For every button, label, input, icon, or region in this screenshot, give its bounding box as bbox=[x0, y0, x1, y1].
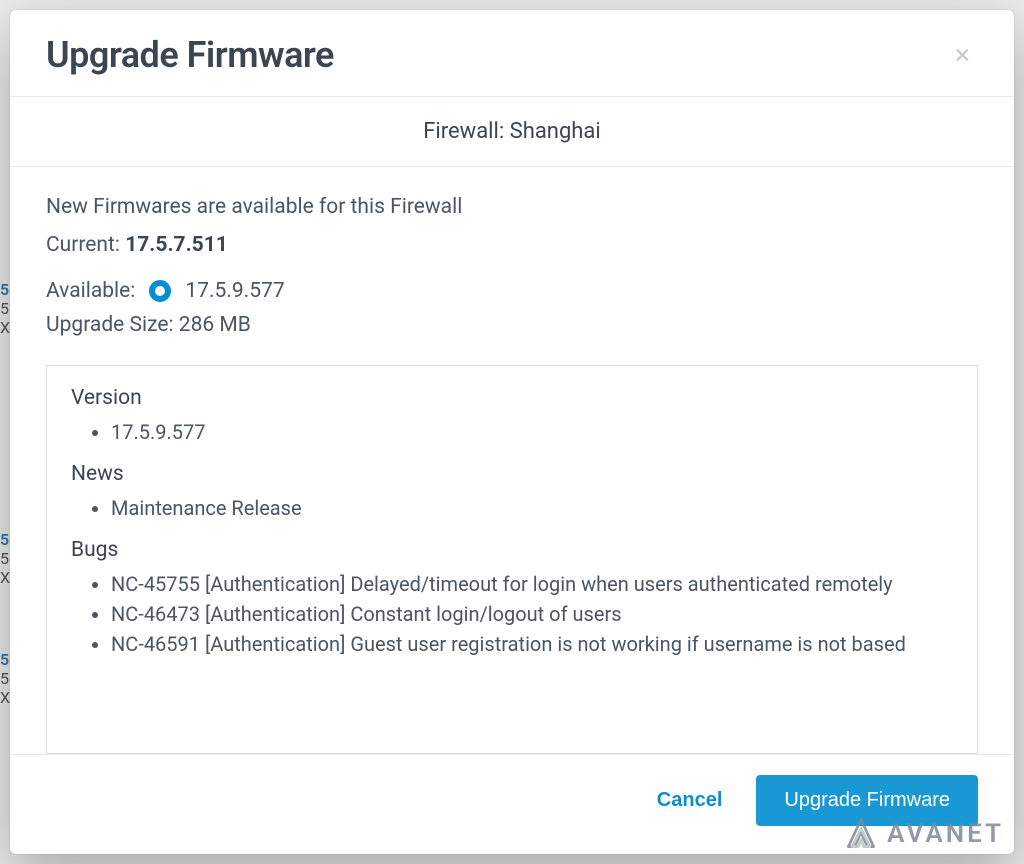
notes-version-list: 17.5.9.577 bbox=[71, 420, 953, 444]
notes-bugs-heading: Bugs bbox=[71, 538, 953, 562]
current-version-value: 17.5.7.511 bbox=[125, 233, 228, 257]
modal-header: Upgrade Firmware × bbox=[10, 10, 1014, 97]
release-notes-box[interactable]: Version 17.5.9.577 News Maintenance Rele… bbox=[46, 365, 978, 754]
upgrade-size-line: Upgrade Size: 286 MB bbox=[46, 313, 978, 337]
notes-news-list: Maintenance Release bbox=[71, 496, 953, 520]
firewall-subheader: Firewall: Shanghai bbox=[10, 97, 1014, 167]
list-item: 17.5.9.577 bbox=[111, 420, 953, 444]
available-version-row: Available: 17.5.9.577 bbox=[46, 279, 978, 303]
notes-version-heading: Version bbox=[71, 386, 953, 410]
available-version-value: 17.5.9.577 bbox=[185, 279, 284, 303]
upgrade-size-label: Upgrade Size: bbox=[46, 313, 174, 337]
modal-backdrop: 55(X( 55(X( 55(X( Upgrade Firmware × Fir… bbox=[0, 0, 1024, 864]
cancel-button[interactable]: Cancel bbox=[651, 779, 729, 822]
notes-fade-overlay bbox=[47, 727, 977, 753]
list-item: NC-46591 [Authentication] Guest user reg… bbox=[111, 632, 953, 656]
list-item: Maintenance Release bbox=[111, 496, 953, 520]
new-firmwares-text: New Firmwares are available for this Fir… bbox=[46, 195, 978, 219]
list-item: NC-46473 [Authentication] Constant login… bbox=[111, 602, 953, 626]
notes-news-heading: News bbox=[71, 462, 953, 486]
modal-footer: Cancel Upgrade Firmware bbox=[10, 754, 1014, 854]
upgrade-firmware-button[interactable]: Upgrade Firmware bbox=[756, 775, 978, 826]
available-label: Available: bbox=[46, 279, 135, 303]
current-label: Current: bbox=[46, 233, 120, 257]
upgrade-firmware-modal: Upgrade Firmware × Firewall: Shanghai Ne… bbox=[10, 10, 1014, 854]
modal-body: New Firmwares are available for this Fir… bbox=[10, 167, 1014, 754]
modal-title: Upgrade Firmware bbox=[46, 34, 334, 76]
close-icon[interactable]: × bbox=[947, 37, 978, 73]
list-item: NC-45755 [Authentication] Delayed/timeou… bbox=[111, 572, 953, 596]
notes-bugs-list: NC-45755 [Authentication] Delayed/timeou… bbox=[71, 572, 953, 656]
upgrade-size-value: 286 MB bbox=[179, 313, 251, 337]
current-version-line: Current: 17.5.7.511 bbox=[46, 233, 978, 257]
available-version-radio[interactable] bbox=[149, 280, 171, 302]
